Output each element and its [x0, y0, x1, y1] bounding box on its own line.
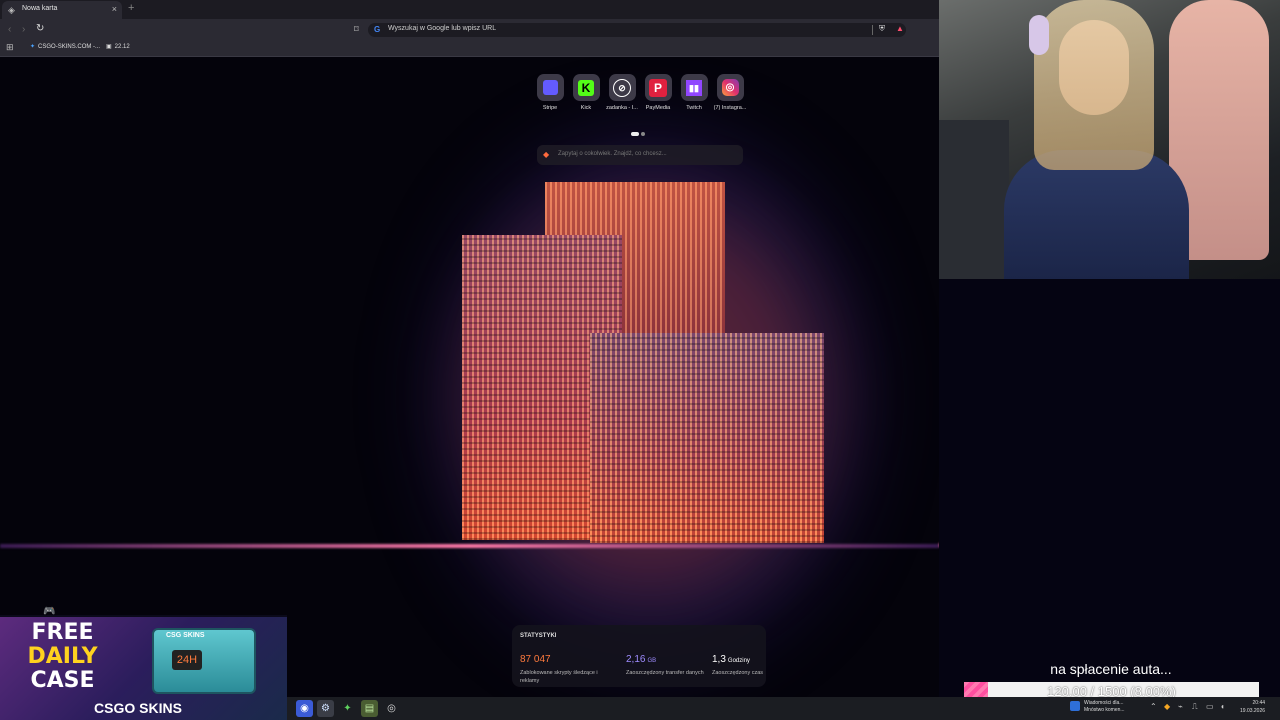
- tray-network-icon[interactable]: ⌁: [1178, 702, 1183, 711]
- case-image: CSG SKINS 24H: [152, 628, 256, 694]
- stream-background: [939, 279, 1280, 697]
- person-hair: [1034, 0, 1154, 170]
- shortcut-label: (7) Instagra...: [713, 105, 747, 111]
- taskbar: [287, 697, 1280, 720]
- shortcut-label: Kick: [580, 105, 592, 111]
- promo-line-daily: DAILY: [27, 644, 98, 669]
- webcam-feed: [939, 0, 1280, 279]
- shortcut-kick[interactable]: K Kick: [568, 74, 604, 111]
- shortcut-stripe[interactable]: Stripe: [532, 74, 568, 111]
- tab-title: Nowa karta: [22, 5, 58, 12]
- bookmarks-bar: [0, 40, 939, 57]
- bookmark-22-12[interactable]: ▣ 22.12: [106, 43, 130, 50]
- shield-icon: ◈: [8, 5, 15, 15]
- instagram-icon: ◎: [716, 74, 744, 101]
- shortcut-label: Stripe: [542, 105, 558, 111]
- shortcut-label: zadanka - I...: [606, 105, 638, 111]
- app-icon-green[interactable]: ✦: [339, 700, 356, 717]
- tab-new-tab[interactable]: ◈ Nowa karta ×: [2, 1, 122, 19]
- shortcut-zadanka[interactable]: ⊘ zadanka - I...: [604, 74, 640, 111]
- brave-shields-icon[interactable]: ⛨: [879, 24, 885, 34]
- stat-desc: Zaoszczędzony czas: [712, 670, 764, 676]
- new-tab-button[interactable]: +: [128, 2, 134, 14]
- promo-line-case: CASE: [30, 668, 95, 693]
- divider: [872, 25, 873, 35]
- reload-icon[interactable]: ↻: [36, 23, 44, 34]
- stat-value: 87 047: [520, 654, 551, 665]
- notification-preview[interactable]: Wiadomości dla... Mnóstwo komen...: [1084, 700, 1125, 714]
- gamepad-icon: 🎮: [43, 606, 56, 617]
- clock-date: 19.03.2026: [1240, 708, 1266, 714]
- tray-app-icon[interactable]: ◆: [1164, 702, 1170, 711]
- bookmark-csgo-skins[interactable]: ✦ CSGO-SKINS.COM -...: [30, 43, 100, 50]
- shortcut-label: Twitch: [686, 105, 702, 111]
- zadanka-icon: ⊘: [608, 74, 636, 101]
- shortcut-twitch[interactable]: ▮▮ Twitch: [676, 74, 712, 111]
- brave-rewards-icon[interactable]: ▲: [896, 24, 904, 33]
- google-icon: G: [374, 25, 381, 34]
- tray-monitor-icon[interactable]: ▭: [1206, 702, 1214, 711]
- headphones: [1029, 15, 1049, 55]
- new-tab-page: [0, 57, 939, 697]
- stat-bandwidth: 2,16 GB Zaoszczędzony transfer danych: [626, 649, 706, 677]
- obs-icon[interactable]: ◎: [383, 700, 400, 717]
- promo-headline: FREE DAILY CASE: [10, 621, 115, 693]
- shortcut-label: PayMedia: [645, 105, 671, 111]
- folder-icon: ▣: [106, 44, 112, 50]
- shortcut-page-dots[interactable]: [631, 123, 647, 141]
- stats-widget: STATYSTYKI 87 047 Zablokowane skrypty śl…: [512, 625, 766, 687]
- terminal-icon[interactable]: ▤: [361, 700, 378, 717]
- goal-title: na spłacenie auta...: [1050, 661, 1172, 677]
- stat-trackers: 87 047 Zablokowane skrypty śledzące i re…: [520, 649, 600, 685]
- kick-icon: K: [572, 74, 600, 101]
- tab-strip: [0, 0, 939, 19]
- stat-unit: Godziny: [727, 658, 750, 664]
- promo-line-free: FREE: [31, 620, 94, 645]
- tray-volume-icon[interactable]: ◖: [1220, 702, 1225, 711]
- steam-icon[interactable]: ⚙: [317, 700, 334, 717]
- back-icon[interactable]: ‹: [8, 24, 11, 35]
- search-placeholder: Zapytaj o cokolwiek. Znajdź, co chcesz..…: [558, 151, 667, 157]
- shortcut-instagram[interactable]: ◎ (7) Instagra...: [712, 74, 748, 111]
- stat-unit: GB: [647, 658, 657, 664]
- stripe-icon: [536, 74, 564, 101]
- address-placeholder: Wyszukaj w Google lub wpisz URL: [388, 25, 497, 32]
- case-label: CSG SKINS: [166, 632, 205, 639]
- desk-items: [939, 120, 1009, 279]
- tray-chevron-icon[interactable]: ⌃: [1150, 702, 1157, 711]
- forward-icon[interactable]: ›: [22, 24, 25, 35]
- stat-value: 1,3: [712, 654, 726, 665]
- clock[interactable]: 20:44 19.03.2026: [1240, 699, 1265, 715]
- case-24h-badge: 24H: [172, 650, 202, 670]
- tray-usb-icon[interactable]: ⎍: [1192, 702, 1198, 712]
- stats-heading: STATYSTYKI: [520, 633, 557, 639]
- discord-icon[interactable]: ◉: [296, 700, 313, 717]
- apps-icon[interactable]: ⊞: [6, 42, 14, 53]
- search-input[interactable]: ◆ Zapytaj o cokolwiek. Znajdź, co chcesz…: [537, 145, 743, 165]
- stat-desc: Zaoszczędzony transfer danych: [626, 670, 704, 676]
- promo-brand: CSGO SKINS: [94, 700, 182, 716]
- paymedia-icon: P: [644, 74, 672, 101]
- notification-sub: Mnóstwo komen...: [1084, 707, 1125, 713]
- clock-time: 20:44: [1252, 700, 1266, 706]
- notification-app-icon: [1070, 701, 1080, 711]
- close-tab-icon[interactable]: ×: [112, 4, 117, 14]
- horizon-line: [0, 544, 939, 548]
- address-bar[interactable]: G Wyszukaj w Google lub wpisz URL: [368, 23, 906, 37]
- bookmark-icon[interactable]: ⌑: [354, 24, 359, 35]
- stat-time: 1,3 Godziny Zaoszczędzony czas: [712, 649, 764, 677]
- brave-search-icon: ◆: [543, 150, 550, 159]
- stat-desc: Zablokowane skrypty śledzące i reklamy: [520, 670, 598, 684]
- shortcut-paymedia[interactable]: P PayMedia: [640, 74, 676, 111]
- csgo-skins-icon: ✦: [30, 44, 36, 50]
- notification-title: Wiadomości dla...: [1084, 700, 1124, 706]
- twitch-icon: ▮▮: [680, 74, 708, 101]
- stat-value: 2,16: [626, 654, 646, 665]
- building-front: [590, 333, 824, 543]
